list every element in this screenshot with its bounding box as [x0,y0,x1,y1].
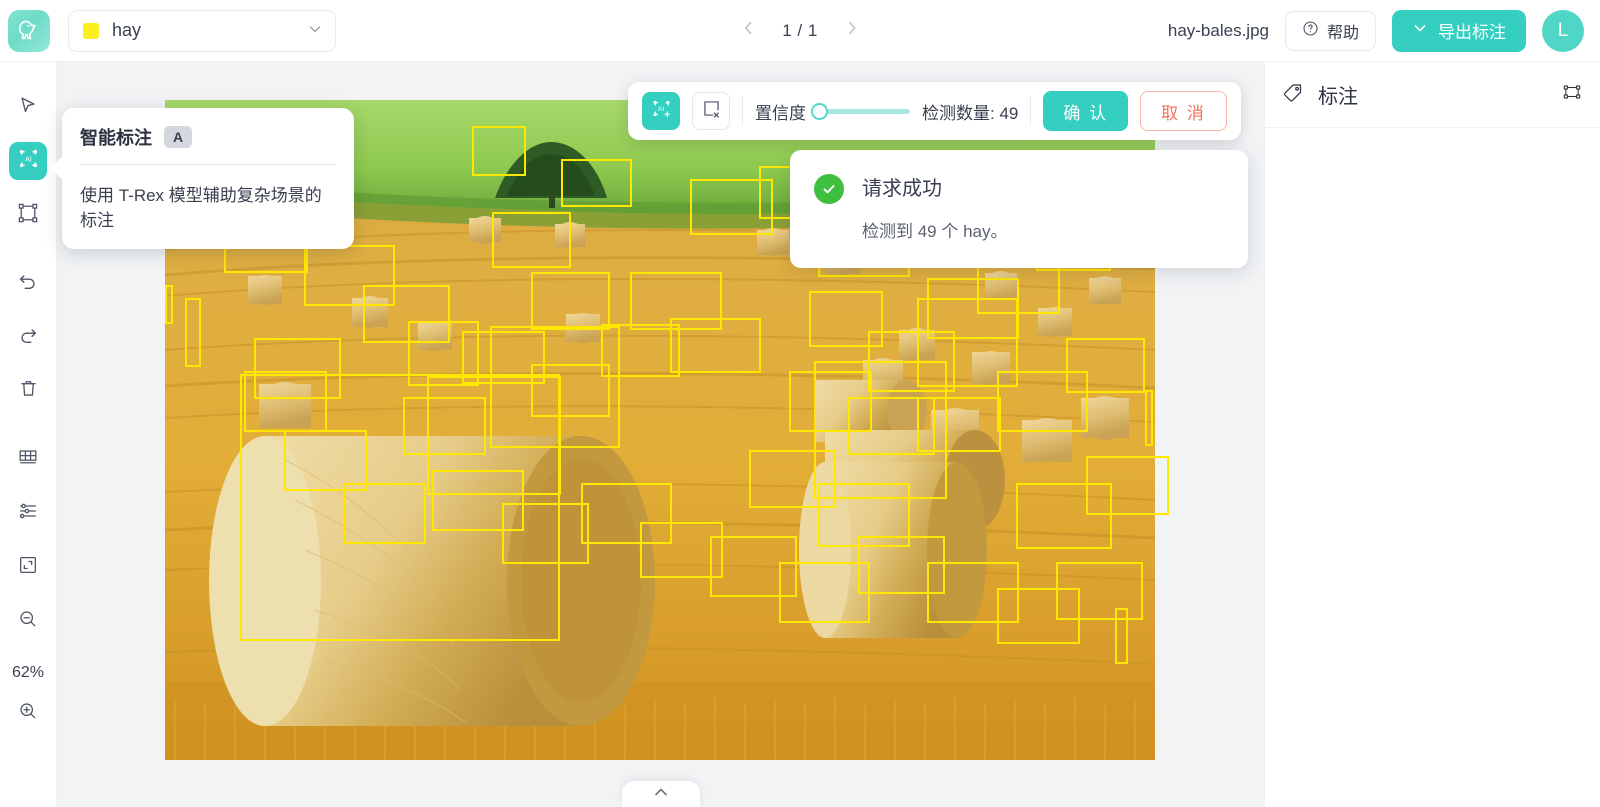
zoom-out-icon [17,608,39,635]
ai-add-box-tool-button[interactable]: AI [642,92,680,130]
detection-box[interactable] [561,159,632,207]
prev-page-button[interactable] [740,19,756,43]
detection-box[interactable] [491,212,571,268]
export-button-label: 导出标注 [1438,23,1506,42]
detection-box[interactable] [689,179,773,235]
class-select-value: hay [112,20,142,40]
ai-tool-tooltip: 智能标注 A 使用 T-Rex 模型辅助复杂场景的标注 [62,108,354,249]
sidebar-item-grid[interactable] [9,440,47,478]
app-header: hay 1 / 1 hay-bales.jpg 帮助 导出标注 L [0,0,1600,62]
tooltip-description: 使用 T-Rex 模型辅助复杂场景的标注 [80,186,322,230]
bottom-panel-toggle[interactable] [621,781,700,807]
success-toast: 请求成功 检测到 49 个 hay。 [790,150,1248,268]
detection-box[interactable] [1145,390,1154,446]
left-toolbar: AI 62% [0,62,57,807]
detection-box[interactable] [165,284,174,324]
ai-box-icon: AI [17,147,40,175]
box-remove-icon [701,98,722,124]
page-indicator: 1 / 1 [782,20,818,40]
detection-box[interactable] [531,271,611,330]
sidebar-item-undo[interactable] [9,264,47,302]
redo-icon [17,324,39,351]
clear-boxes-tool-button[interactable] [692,92,730,130]
detection-box[interactable] [917,298,1019,388]
svg-text:AI: AI [657,106,663,113]
annotations-panel-title: 标注 [1318,86,1358,108]
confidence-label: 置信度 [755,103,806,123]
chevron-down-icon [1412,20,1428,41]
sidebar-item-ai-annotate[interactable]: AI [9,142,47,180]
tooltip-title: 智能标注 [80,128,152,148]
undo-icon [17,270,39,297]
zoom-in-icon [17,700,39,727]
export-annotations-button[interactable]: 导出标注 [1392,9,1526,52]
toolbar-divider [1030,96,1032,126]
detection-box[interactable] [1065,337,1145,394]
toolbar-divider [742,96,743,126]
detection-box[interactable] [669,317,762,374]
help-button-label: 帮助 [1326,24,1359,42]
question-circle-icon [1302,20,1319,42]
trash-icon [18,378,39,404]
annotations-panel-header: 标注 [1265,62,1600,128]
trex-logo-icon [8,9,50,52]
ai-annotation-toolbar: AI 置信度 检测数量: 49 确 认 取 消 [628,82,1241,140]
annotations-list[interactable] [1265,128,1600,807]
toast-message: 检测到 49 个 hay。 [862,222,1008,241]
detection-box[interactable] [1056,562,1144,621]
avatar-initial: L [1557,19,1569,41]
tag-icon [1283,82,1304,108]
detection-box[interactable] [184,298,202,368]
next-page-button[interactable] [844,19,860,43]
sidebar-item-delete[interactable] [9,372,47,410]
bounding-box-icon[interactable] [1562,82,1582,107]
class-color-swatch [83,22,99,39]
detection-box[interactable] [471,126,526,177]
avatar[interactable]: L [1542,9,1584,52]
header-actions: hay-bales.jpg 帮助 导出标注 L [1167,9,1584,52]
bounding-box-icon [17,202,39,229]
annotation-app: hay 1 / 1 hay-bales.jpg 帮助 导出标注 L AI 62%… [0,0,1600,807]
confidence-slider-knob[interactable] [811,102,828,120]
sidebar-item-settings[interactable] [9,494,47,532]
sidebar-item-fit-screen[interactable] [9,548,47,586]
zoom-level-label: 62% [11,664,45,681]
help-button[interactable]: 帮助 [1284,10,1376,51]
filename-label: hay-bales.jpg [1167,20,1269,40]
confirm-button[interactable]: 确 认 [1043,91,1129,131]
ai-add-box-icon: AI [651,98,672,124]
check-circle-icon [814,174,844,204]
chevron-up-icon [653,785,669,803]
detection-box[interactable] [778,562,871,623]
detection-box[interactable] [427,375,561,495]
toast-title: 请求成功 [862,178,942,200]
sliders-icon [17,500,39,527]
annotations-panel: 标注 [1264,62,1600,807]
grid-icon [17,446,39,473]
cursor-arrow-icon [17,94,39,121]
tooltip-shortcut-key: A [164,126,193,148]
tooltip-header: 智能标注 A [80,124,336,164]
detection-box[interactable] [1115,608,1128,664]
sidebar-item-zoom-in[interactable] [9,694,47,732]
confidence-slider[interactable] [811,102,910,120]
sidebar-item-select-cursor[interactable] [9,88,47,126]
detection-count-label: 检测数量: 49 [922,103,1019,123]
detection-box[interactable] [407,321,479,386]
svg-text:AI: AI [25,155,32,163]
chevron-down-icon [307,21,323,40]
sidebar-item-zoom-out[interactable] [9,602,47,640]
fit-screen-icon [17,554,39,581]
sidebar-item-bounding-box[interactable] [9,196,47,234]
class-select[interactable]: hay [68,9,336,52]
cancel-button[interactable]: 取 消 [1140,91,1227,131]
pager: 1 / 1 [740,19,860,43]
toast-text: 请求成功 检测到 49 个 hay。 [862,172,1008,242]
detection-box[interactable] [1085,456,1169,515]
sidebar-item-redo[interactable] [9,318,47,356]
